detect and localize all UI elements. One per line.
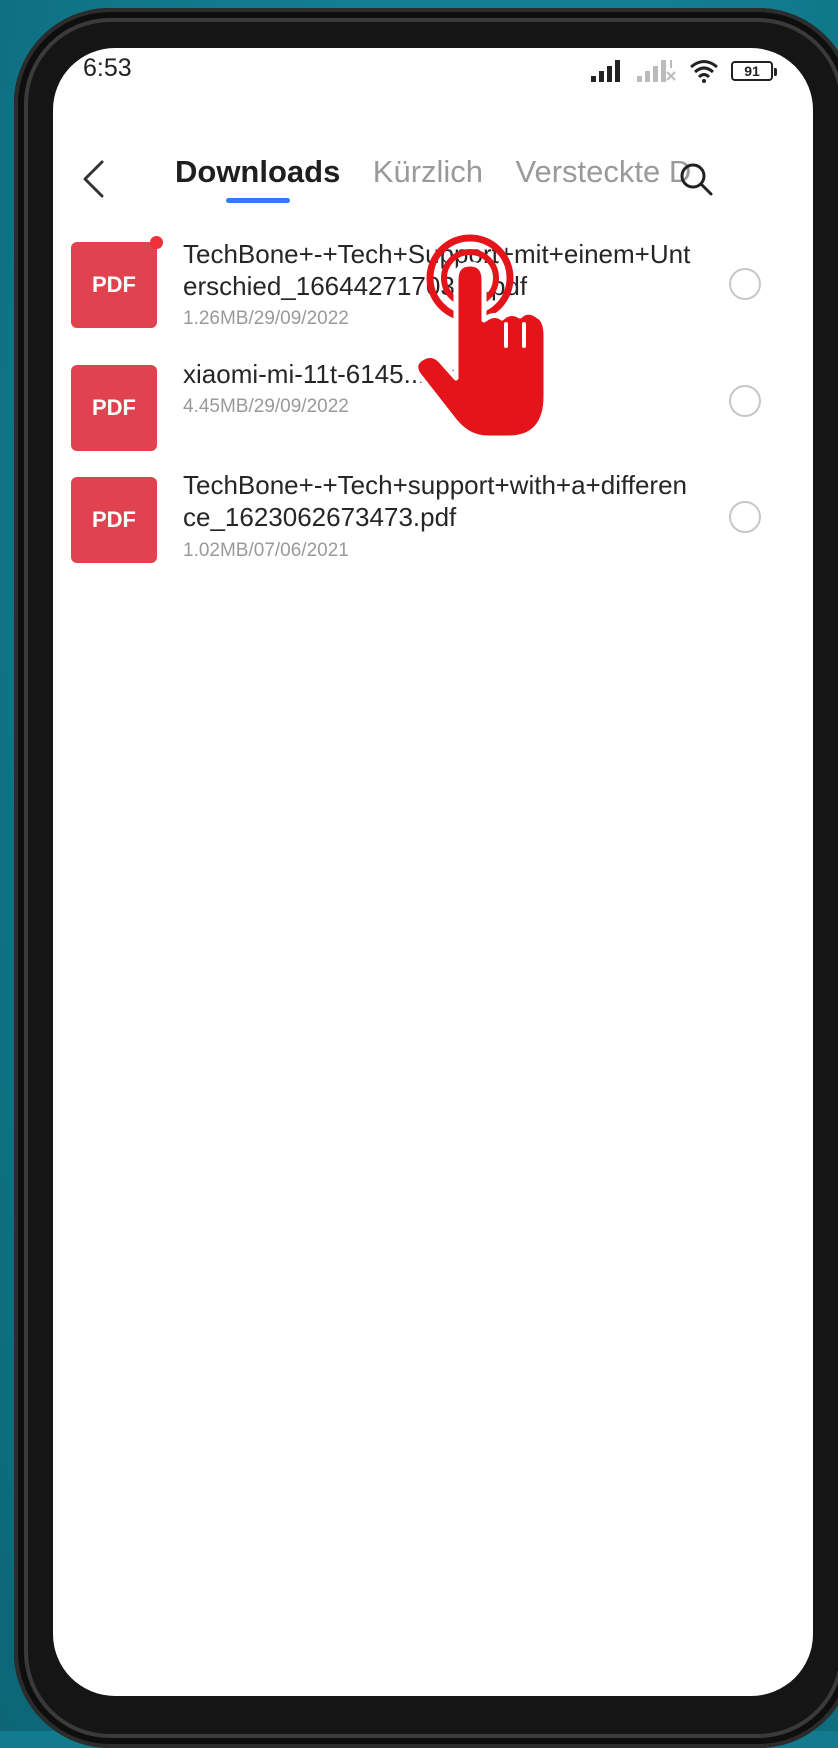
battery-level: 91 [744,63,760,79]
search-icon [680,163,713,196]
select-checkbox[interactable] [729,268,761,300]
search-button[interactable] [673,156,719,202]
select-checkbox[interactable] [729,385,761,417]
pdf-file-icon: PDF [71,477,157,563]
status-bar: 6:53 91 [53,48,813,118]
tab-recent-label: Kürzlich [372,154,484,189]
file-name: TechBone+-+Tech+support+with+a+differenc… [183,470,687,532]
tab-downloads-label: Downloads [175,154,341,189]
new-indicator-dot [150,236,163,249]
file-name: TechBone+-+Tech+Support+mit+einem+Unters… [183,239,691,301]
status-time: 6:53 [83,54,132,82]
pdf-file-icon: PDF [71,365,157,451]
pdf-file-icon-label: PDF [92,272,136,297]
list-item[interactable]: PDF TechBone+-+Tech+support+with+a+diffe… [53,443,813,563]
status-icons: 91 [591,56,777,86]
phone-screen: 6:53 91 Downloads Kürzlich Versteckte D … [53,48,813,1696]
select-checkbox[interactable] [729,501,761,533]
tab-hidden-label: Versteckte D [515,154,692,189]
list-item[interactable]: PDF TechBone+-+Tech+Support+mit+einem+Un… [53,208,813,329]
signal-no-service-icon [637,60,676,82]
file-list: PDF TechBone+-+Tech+Support+mit+einem+Un… [53,208,813,563]
pdf-file-icon-label: PDF [92,395,136,420]
chevron-left-icon [83,160,104,198]
back-button[interactable] [73,154,113,204]
tab-downloads[interactable]: Downloads [175,154,341,203]
list-item[interactable]: PDF xiaomi-mi-11t-6145...e.pdf 4.45MB/29… [53,326,813,451]
pdf-file-icon-label: PDF [92,507,136,532]
active-tab-indicator [225,198,290,203]
file-meta: 4.45MB/29/09/2022 [183,396,349,417]
wifi-icon [690,60,718,83]
file-name: xiaomi-mi-11t-6145...e.pdf [183,359,484,389]
tab-hidden[interactable]: Versteckte D [516,154,692,190]
pdf-file-icon: PDF [71,236,163,328]
tab-recent[interactable]: Kürzlich [373,154,483,190]
battery-indicator: 91 [731,61,777,81]
signal-icon [591,60,620,82]
file-meta: 1.02MB/07/06/2021 [183,540,349,561]
